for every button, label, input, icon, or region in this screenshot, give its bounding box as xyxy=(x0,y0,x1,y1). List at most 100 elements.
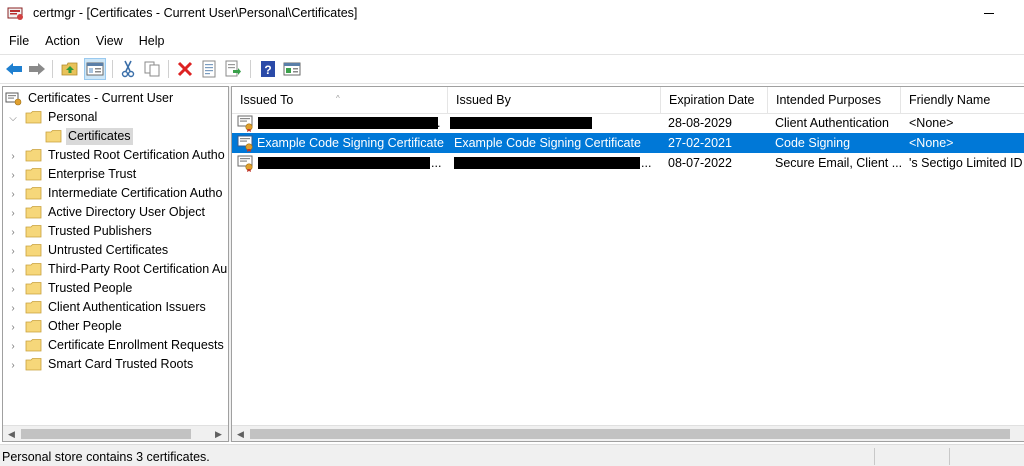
expand-chevron-icon[interactable]: › xyxy=(8,151,18,162)
redacted-text xyxy=(450,117,592,129)
redacted-text xyxy=(258,117,438,129)
certmgr-icon xyxy=(7,7,23,20)
cell-issued-by: Example Code Signing Certificate xyxy=(454,136,641,150)
folder-icon xyxy=(25,358,42,371)
expand-chevron-icon[interactable]: › xyxy=(8,208,18,219)
scroll-left-icon[interactable]: ◀ xyxy=(3,426,20,441)
show-hide-tree-button[interactable] xyxy=(84,58,106,80)
tree-item-label: Active Directory User Object xyxy=(48,205,205,219)
folder-open-icon xyxy=(25,111,42,124)
certificate-icon xyxy=(237,135,253,152)
tree-root[interactable]: Certificates - Current User xyxy=(5,89,175,108)
tree-item-active-directory[interactable]: Active Directory User Object xyxy=(25,203,207,222)
expand-chevron-icon[interactable]: › xyxy=(8,246,18,257)
cell-ellipsis: ... xyxy=(431,156,442,170)
tree-item-certificates[interactable]: Certificates xyxy=(45,127,133,146)
tree-horizontal-scrollbar[interactable]: ◀ ▶ xyxy=(3,425,228,441)
menu-view[interactable]: View xyxy=(96,30,123,52)
tree-item-other-people[interactable]: Other People xyxy=(25,317,124,336)
minimize-button[interactable] xyxy=(966,0,1012,27)
up-folder-icon xyxy=(61,62,78,76)
copy-button[interactable] xyxy=(141,58,163,80)
export-list-button[interactable] xyxy=(222,58,244,80)
expand-chevron-icon[interactable]: › xyxy=(8,284,18,295)
tree-item-label: Trusted Publishers xyxy=(48,224,152,238)
cell-purposes: Client Authentication xyxy=(775,116,889,130)
tree-item-label: Certificates xyxy=(66,128,133,145)
menu-file[interactable]: File xyxy=(9,30,29,52)
cell-ellipsis: ... xyxy=(641,156,652,170)
certificate-row[interactable]: ... 28-08-2029 Client Authentication <No… xyxy=(232,113,1024,133)
tree-item-untrusted[interactable]: Untrusted Certificates xyxy=(25,241,170,260)
scroll-left-icon[interactable]: ◀ xyxy=(232,426,249,441)
tree-item-trusted-people[interactable]: Trusted People xyxy=(25,279,134,298)
scroll-right-icon[interactable]: ▶ xyxy=(210,426,227,441)
cut-icon xyxy=(121,60,135,78)
redacted-text xyxy=(258,157,430,169)
menu-action[interactable]: Action xyxy=(45,30,80,52)
forward-button[interactable] xyxy=(26,58,48,80)
certificate-list-pane[interactable]: Issued To ^ Issued By Expiration Date In… xyxy=(231,86,1024,442)
expand-chevron-icon[interactable]: › xyxy=(8,170,18,181)
expand-chevron-icon[interactable]: › xyxy=(8,322,18,333)
expand-chevron-icon[interactable]: › xyxy=(8,227,18,238)
folder-icon xyxy=(25,225,42,238)
tree-item-label: Third-Party Root Certification Au xyxy=(48,262,228,276)
column-header-friendly-name[interactable]: Friendly Name xyxy=(901,87,1024,113)
folder-icon xyxy=(25,187,42,200)
forward-arrow-icon xyxy=(29,63,45,75)
tree-item-label: Certificate Enrollment Requests xyxy=(48,338,224,352)
tree-item-label: Enterprise Trust xyxy=(48,167,137,181)
toolbar-separator xyxy=(168,60,169,78)
expand-chevron-icon[interactable]: › xyxy=(8,265,18,276)
scrollbar-thumb[interactable] xyxy=(21,429,191,439)
tree-item-personal[interactable]: Personal xyxy=(25,108,99,127)
expand-chevron-icon[interactable]: › xyxy=(8,303,18,314)
tree-item-intermediate[interactable]: Intermediate Certification Autho xyxy=(25,184,224,203)
column-header-issued-by[interactable]: Issued By xyxy=(448,87,661,113)
certificate-row[interactable]: ... ... 08-07-2022 Secure Email, Client … xyxy=(232,153,1024,173)
cell-friendly-name: <None> xyxy=(909,136,954,150)
certificates-store-icon xyxy=(5,92,22,106)
up-one-level-button[interactable] xyxy=(59,58,81,80)
back-button[interactable] xyxy=(3,58,25,80)
properties-button[interactable] xyxy=(198,58,220,80)
list-horizontal-scrollbar[interactable]: ◀ xyxy=(232,425,1024,441)
tree-item-third-party-root[interactable]: Third-Party Root Certification Au xyxy=(25,260,228,279)
title-bar: certmgr - [Certificates - Current User\P… xyxy=(0,0,1024,27)
folder-open-icon xyxy=(45,130,62,143)
tree-item-enterprise-trust[interactable]: Enterprise Trust xyxy=(25,165,138,184)
tree-item-client-auth-issuers[interactable]: Client Authentication Issuers xyxy=(25,298,208,317)
tree-item-enrollment-requests[interactable]: Certificate Enrollment Requests xyxy=(25,336,226,355)
cut-button[interactable] xyxy=(117,58,139,80)
help-button[interactable]: ? xyxy=(257,58,279,80)
scrollbar-thumb[interactable] xyxy=(250,429,1010,439)
cell-expiration: 28-08-2029 xyxy=(668,116,732,130)
tree-item-label: Intermediate Certification Autho xyxy=(48,186,223,200)
expand-chevron-icon[interactable]: › xyxy=(8,341,18,352)
column-header-purposes[interactable]: Intended Purposes xyxy=(768,87,901,113)
tree-pane[interactable]: Certificates - Current User ⌵ Personal C… xyxy=(2,86,229,442)
collapse-chevron-icon[interactable]: ⌵ xyxy=(8,113,18,124)
expand-chevron-icon[interactable]: › xyxy=(8,360,18,371)
delete-button[interactable] xyxy=(174,58,196,80)
certificate-row-selected[interactable]: Example Code Signing Certificate Example… xyxy=(232,133,1024,153)
tree-item-trusted-publishers[interactable]: Trusted Publishers xyxy=(25,222,154,241)
folder-icon xyxy=(25,263,42,276)
column-header-expiration[interactable]: Expiration Date xyxy=(661,87,768,113)
tree-item-trusted-root[interactable]: Trusted Root Certification Autho xyxy=(25,146,227,165)
toolbar-separator xyxy=(52,60,53,78)
console-view-button[interactable] xyxy=(281,58,303,80)
expand-chevron-icon[interactable]: › xyxy=(8,189,18,200)
cell-issued-to: Example Code Signing Certificate xyxy=(257,136,444,150)
folder-icon xyxy=(25,149,42,162)
column-header-issued-to[interactable]: Issued To ^ xyxy=(232,87,448,113)
tree-item-label: Trusted Root Certification Autho xyxy=(48,148,225,162)
menu-bar: File Action View Help xyxy=(0,30,165,52)
folder-icon xyxy=(25,339,42,352)
tree-item-smart-card-roots[interactable]: Smart Card Trusted Roots xyxy=(25,355,195,374)
folder-icon xyxy=(25,168,42,181)
folder-icon xyxy=(25,282,42,295)
menu-help[interactable]: Help xyxy=(139,30,165,52)
cell-friendly-name: <None> xyxy=(909,116,954,130)
